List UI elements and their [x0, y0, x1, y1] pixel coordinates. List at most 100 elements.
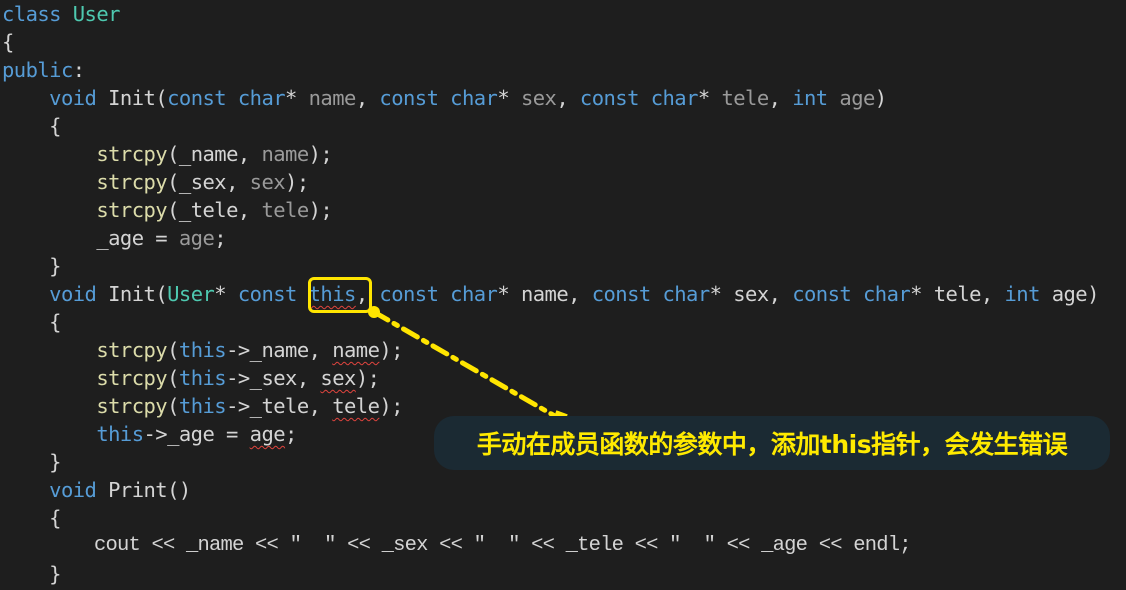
- code-token-error: sex: [320, 366, 356, 390]
- code-token: strcpy: [96, 394, 168, 418]
- code-token: (: [167, 366, 179, 390]
- code-line[interactable]: this->_age = age;: [2, 420, 297, 448]
- code-line[interactable]: {: [2, 28, 14, 56]
- code-token: const: [167, 86, 227, 110]
- code-token: ): [1087, 282, 1099, 306]
- code-token: ->_tele,: [226, 394, 333, 418]
- code-token: name: [261, 142, 309, 166]
- code-line[interactable]: {: [2, 112, 61, 140]
- code-token: const: [237, 282, 298, 306]
- code-token: char: [450, 86, 498, 110]
- code-token: tele: [721, 86, 769, 110]
- code-token: " ": [669, 534, 716, 557]
- code-token: _age =: [2, 226, 179, 250]
- code-line[interactable]: strcpy(this->_name, name);: [2, 336, 403, 364]
- code-token: ;: [285, 422, 297, 446]
- code-line[interactable]: strcpy(this->_tele, tele);: [2, 392, 403, 420]
- code-token: const: [379, 282, 439, 306]
- code-token: *: [214, 282, 238, 306]
- code-token: ,: [556, 86, 580, 110]
- code-line[interactable]: }: [2, 448, 61, 476]
- code-token: }: [2, 254, 61, 278]
- code-token: this: [178, 338, 227, 362]
- code-line[interactable]: strcpy(_name, name);: [2, 140, 332, 168]
- code-line[interactable]: {: [2, 308, 61, 336]
- code-token: void: [49, 282, 97, 306]
- code-token: );: [308, 198, 333, 222]
- code-line[interactable]: void Print(): [2, 476, 191, 504]
- code-token: int: [792, 86, 828, 110]
- code-token: this: [96, 422, 144, 446]
- code-line[interactable]: void Init(const char* name, const char* …: [2, 84, 887, 112]
- code-line[interactable]: void Init(User* const this, const char* …: [2, 280, 1099, 308]
- code-token: (_sex,: [167, 170, 250, 194]
- code-token: *: [709, 282, 734, 306]
- code-token: age: [839, 86, 875, 110]
- code-token: User: [72, 2, 121, 26]
- code-token: void: [49, 478, 97, 502]
- code-editor[interactable]: class User{public: void Init(const char*…: [2, 0, 1126, 590]
- code-token: char: [650, 86, 699, 110]
- callout-text: 手动在成员函数的参数中，添加this指针，会发生错误: [476, 430, 1068, 459]
- code-token: (: [167, 394, 179, 418]
- code-token: );: [379, 338, 403, 362]
- code-token: ->_name,: [226, 338, 333, 362]
- code-token: ,: [568, 282, 592, 306]
- annotation-callout: 手动在成员函数的参数中，添加this指针，会发生错误: [434, 416, 1110, 470]
- code-token: (): [167, 478, 191, 502]
- code-token: this: [178, 366, 227, 390]
- code-token: const: [792, 282, 852, 306]
- code-token: Print: [108, 478, 168, 502]
- code-token: sex: [520, 86, 557, 110]
- code-token: (_tele,: [167, 198, 262, 222]
- code-token-error: tele: [332, 394, 380, 418]
- code-line[interactable]: _age = age;: [2, 224, 226, 252]
- code-token: {: [2, 506, 61, 530]
- code-line[interactable]: }: [2, 252, 61, 280]
- code-token: *: [697, 86, 722, 110]
- code-token: sex: [733, 282, 769, 306]
- code-line[interactable]: strcpy(_sex, sex);: [2, 168, 309, 196]
- code-token: ,: [768, 86, 793, 110]
- code-token: (: [167, 338, 179, 362]
- code-token-error: age: [249, 422, 286, 446]
- code-token: );: [308, 142, 333, 166]
- code-line[interactable]: public:: [2, 56, 85, 84]
- code-line[interactable]: strcpy(_tele, tele);: [2, 196, 332, 224]
- code-token: Init: [108, 86, 156, 110]
- code-token: strcpy: [96, 142, 168, 166]
- code-token: );: [379, 394, 403, 418]
- code-token: << _age << endl;: [715, 534, 912, 557]
- code-token: int: [1004, 282, 1041, 306]
- code-line[interactable]: cout << _name << " " << _sex << " " << _…: [2, 532, 912, 560]
- code-token: age: [178, 226, 215, 250]
- code-line[interactable]: }: [2, 560, 61, 588]
- code-token: << _sex <<: [335, 534, 474, 557]
- code-line[interactable]: class User: [2, 0, 120, 28]
- code-token: ,: [355, 86, 380, 110]
- code-token: const: [591, 282, 652, 306]
- code-line[interactable]: {: [2, 504, 61, 532]
- code-token: class: [2, 2, 62, 26]
- code-token: *: [285, 86, 309, 110]
- code-token: name: [520, 282, 569, 306]
- code-line[interactable]: strcpy(this->_sex, sex);: [2, 364, 380, 392]
- code-token: );: [355, 366, 380, 390]
- code-token: age: [1051, 282, 1088, 306]
- code-token: public: [2, 58, 73, 82]
